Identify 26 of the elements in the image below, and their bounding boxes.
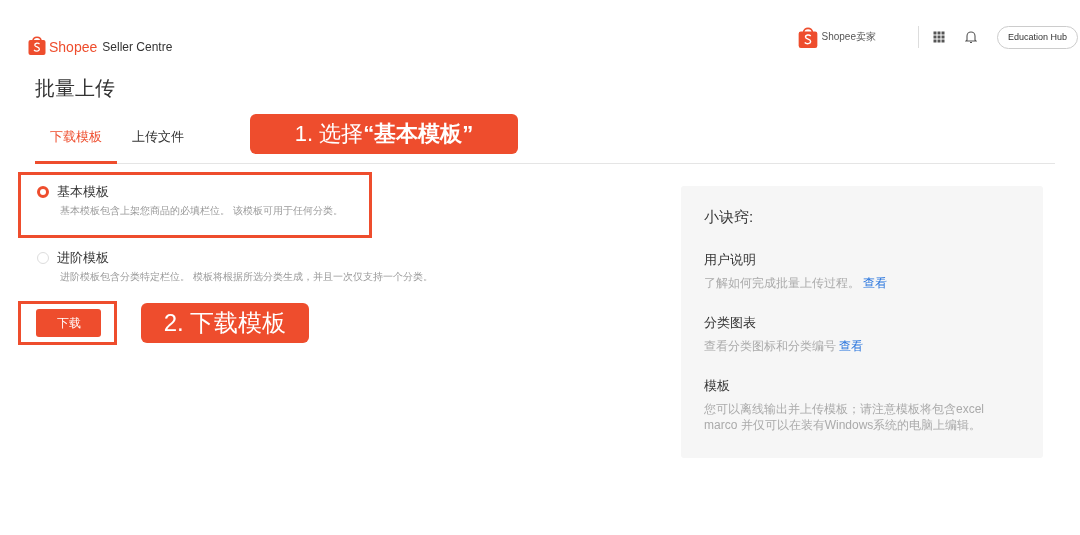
shopping-bag-icon — [798, 26, 819, 48]
tip-heading: 分类图表 — [704, 314, 757, 332]
download-button[interactable]: 下载 — [36, 309, 101, 337]
tip-text: 了解如何完成批量上传过程。 查看 — [704, 275, 889, 291]
tab[interactable]: 下载模板 — [35, 112, 117, 164]
bell-icon[interactable] — [964, 30, 977, 44]
logo-text: Shopee — [49, 39, 98, 55]
annotation-callout: 2. 下载模板 — [141, 303, 309, 343]
logo-text: Shopee卖家 — [821, 30, 876, 44]
tips-title: 小诀窍: — [704, 208, 755, 227]
tab[interactable]: 上传文件 — [117, 112, 199, 164]
view-link[interactable]: 查看 — [839, 339, 864, 353]
annotation-callout: 1. 选择“基本模板” — [250, 113, 518, 154]
page-title: 批量上传 — [35, 76, 116, 100]
shopping-bag-icon — [28, 35, 46, 55]
option-label[interactable]: 进阶模板 — [57, 249, 109, 267]
apps-grid-icon[interactable] — [932, 31, 945, 43]
logo-subtitle: Seller Centre — [102, 40, 173, 55]
tip-heading: 模板 — [704, 377, 731, 395]
tip-text: 查看分类图标和分类编号 查看 — [704, 338, 865, 354]
option-description: 基本模板包含上架您商品的必填栏位。 该模板可用于任何分类。 — [60, 204, 344, 218]
tip-heading: 用户说明 — [704, 251, 757, 269]
view-link[interactable]: 查看 — [863, 276, 888, 290]
education-hub-button[interactable]: Education Hub — [996, 25, 1078, 49]
option-label[interactable]: 基本模板 — [57, 183, 109, 201]
radio-button[interactable] — [37, 186, 49, 198]
